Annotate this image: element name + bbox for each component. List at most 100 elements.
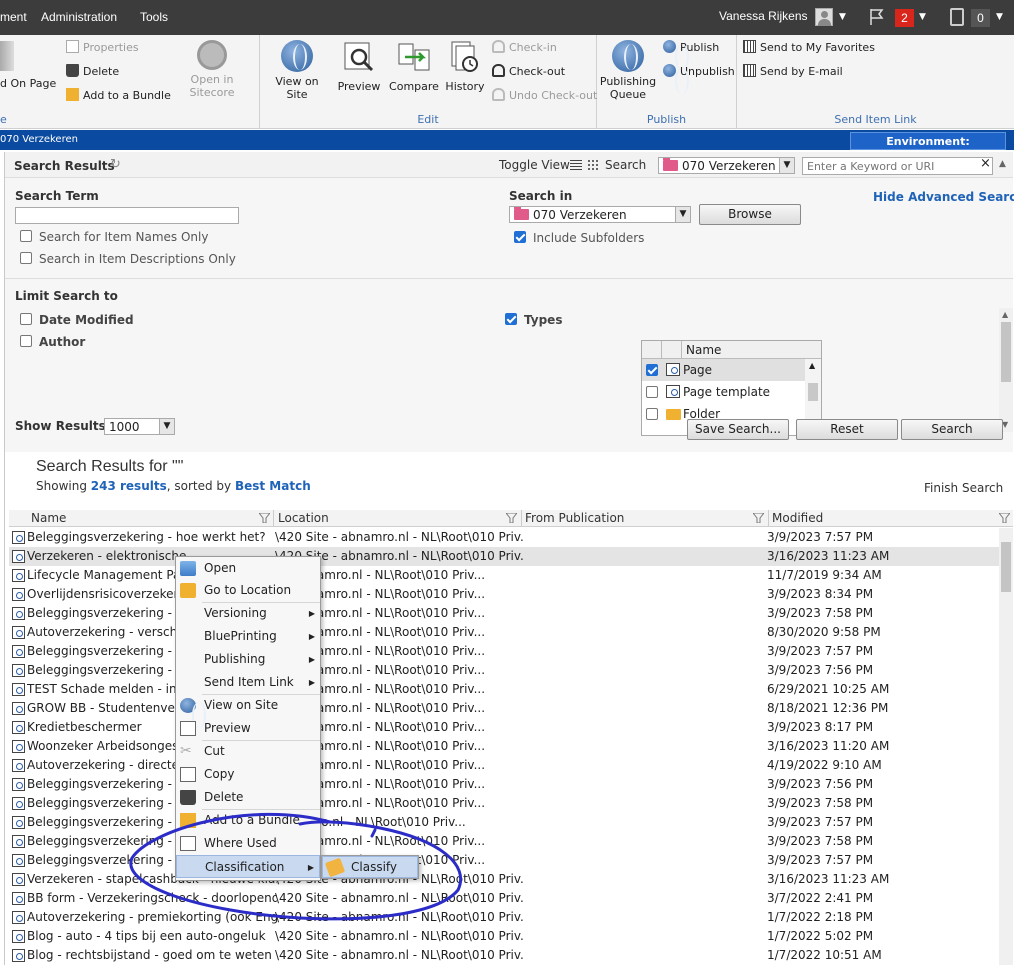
table-row[interactable]: Beleggingsverzekering - hoe werkt het? \4… — [9, 528, 999, 547]
menu-publishing[interactable]: Publishing ▶ — [176, 648, 320, 671]
types-checkbox[interactable] — [505, 313, 517, 325]
user-menu-chevron-down-icon[interactable]: ▼ — [839, 12, 846, 22]
search-scope-select[interactable]: 070 Verzekeren ▼ — [658, 157, 795, 174]
table-row[interactable]: Beleggingsverzekering - wa e - abnamro.nl… — [9, 832, 999, 851]
search-button[interactable]: Search — [901, 419, 1003, 440]
filter-icon[interactable] — [259, 513, 270, 523]
user-name[interactable]: Vanessa Rijkens — [719, 9, 808, 23]
date-modified-checkbox[interactable] — [20, 313, 32, 325]
filter-icon[interactable] — [506, 513, 517, 523]
hide-advanced-search-link[interactable]: Hide Advanced Search — [873, 190, 1014, 204]
flag-icon[interactable] — [869, 8, 885, 26]
table-row[interactable]: Verzekeren - stapelcashback - nieuwe kla… — [9, 870, 999, 889]
menu-blueprinting[interactable]: BluePrinting ▶ — [176, 625, 320, 648]
add-on-page-button[interactable]: d On Page — [0, 41, 56, 90]
save-search-button[interactable]: Save Search... — [687, 419, 789, 440]
item-descriptions-only-checkbox[interactable] — [20, 252, 32, 264]
table-row[interactable]: Beleggingsverzekering - ris e - abnamro.n… — [9, 794, 999, 813]
clipboard-badge[interactable]: 0 — [971, 9, 990, 27]
sort-mode-link[interactable]: Best Match — [235, 479, 311, 493]
environment-badge[interactable]: Environment: Production — [850, 132, 1006, 166]
add-to-bundle-button[interactable]: Add to a Bundle — [66, 88, 171, 102]
table-row[interactable]: Beleggingsverzekering - be abnamro.nl - N… — [9, 813, 999, 832]
column-from-publication[interactable]: From Publication — [525, 511, 624, 525]
search-term-input[interactable] — [15, 207, 239, 224]
send-by-email-button[interactable]: Send by E-mail — [743, 64, 843, 78]
menu-copy[interactable]: Copy — [176, 763, 320, 786]
check-in-button[interactable]: Check-in — [492, 40, 557, 54]
delete-button[interactable]: Delete — [66, 64, 119, 78]
preview-button[interactable]: Preview — [334, 40, 384, 93]
search-in-select[interactable]: 070 Verzekeren ▼ — [509, 206, 691, 223]
table-row[interactable]: Overlijdensrisicoverzekerin e - abnamro.n… — [9, 585, 999, 604]
table-row[interactable]: Kredietbeschermer e - abnamro.nl - NL\Roo… — [9, 718, 999, 737]
menu-cut[interactable]: ✂ Cut — [176, 740, 320, 763]
menu-add-to-bundle[interactable]: Add to a Bundle — [176, 809, 320, 832]
filter-icon[interactable] — [999, 513, 1010, 523]
table-row[interactable]: Beleggingsverzekering - co e - abnamro.nl… — [9, 642, 999, 661]
menu-delete[interactable]: Delete — [176, 786, 320, 809]
menu-classification[interactable]: Classification ▶ — [176, 855, 320, 878]
type-folder-checkbox[interactable] — [646, 408, 658, 420]
table-row[interactable]: Beleggingsverzekering - wi e - abnamro.nl… — [9, 604, 999, 623]
chevron-down-icon[interactable]: ▼ — [159, 419, 174, 434]
filter-icon[interactable] — [753, 513, 764, 523]
menu-where-used[interactable]: Where Used — [176, 832, 320, 855]
table-row[interactable]: Beleggingsverzekering - AS e - abnamro.nl… — [9, 661, 999, 680]
avatar[interactable] — [815, 8, 833, 26]
types-name-column[interactable]: Name — [686, 342, 721, 359]
notifications-badge[interactable]: 2 — [895, 9, 914, 27]
column-modified[interactable]: Modified — [772, 511, 823, 525]
menu-view-on-site[interactable]: View on Site — [176, 694, 320, 728]
table-row[interactable]: Verzekeren - elektronische \420 Site - ab… — [9, 547, 999, 566]
open-in-sitecore-button[interactable]: Open in Sitecore — [168, 40, 256, 99]
table-row[interactable]: GROW BB - Studentenverz e - abnamro.nl - … — [9, 699, 999, 718]
compare-button[interactable]: Compare — [388, 40, 440, 93]
menu-send-item-link[interactable]: Send Item Link ▶ — [176, 671, 320, 694]
column-location[interactable]: Location — [278, 511, 329, 525]
history-button[interactable]: History — [442, 40, 488, 93]
reset-button[interactable]: Reset — [796, 419, 898, 440]
menu-versioning[interactable]: Versioning ▶ — [176, 602, 320, 625]
column-name[interactable]: Name — [31, 511, 66, 525]
table-row[interactable]: Woonzeker Arbeidsongesch e - abnamro.nl -… — [9, 737, 999, 756]
results-scrollbar[interactable] — [999, 528, 1013, 965]
type-row-page[interactable]: Page — [642, 359, 821, 381]
clear-icon[interactable]: × — [980, 156, 991, 171]
author-checkbox[interactable] — [20, 335, 32, 347]
menu-go-to-location[interactable]: Go to Location — [176, 579, 320, 602]
table-row[interactable]: Autoverzekering - verschil e - abnamro.nl… — [9, 623, 999, 642]
table-row[interactable]: BB form - Verzekeringscheck - doorlopend… — [9, 889, 999, 908]
unpublish-button[interactable]: Unpublish — [663, 64, 735, 94]
type-page-template-checkbox[interactable] — [646, 386, 658, 398]
item-names-only-checkbox[interactable] — [20, 230, 32, 242]
menu-classify[interactable]: Classify — [322, 856, 418, 878]
table-row[interactable]: Autoverzekering - directe se - abnamro.n… — [9, 756, 999, 775]
send-to-favorites-button[interactable]: Send to My Favorites — [743, 40, 875, 54]
menu-content-management[interactable]: ment — [0, 10, 27, 24]
include-subfolders-checkbox[interactable] — [514, 231, 526, 243]
notifications-chevron-down-icon[interactable]: ▼ — [919, 12, 926, 22]
type-row-page-template[interactable]: Page template — [642, 381, 821, 403]
properties-button[interactable]: Properties — [66, 40, 139, 54]
refresh-icon[interactable]: ↻ — [110, 157, 121, 172]
grid-view-icon[interactable] — [587, 159, 599, 171]
clipboard-icon[interactable] — [950, 8, 964, 26]
clipboard-chevron-down-icon[interactable]: ▼ — [996, 12, 1003, 22]
menu-administration[interactable]: Administration — [41, 10, 117, 24]
undo-check-out-button[interactable]: Undo Check-out — [492, 88, 597, 102]
table-row[interactable]: Beleggingsverzekering - inde - abnamro.n… — [9, 851, 999, 870]
collapse-up-icon[interactable]: ▲ — [999, 159, 1006, 169]
menu-tools[interactable]: Tools — [140, 10, 168, 24]
table-row[interactable]: Autoverzekering - premiekorting (ook Eng… — [9, 908, 999, 927]
table-row[interactable]: Lifecycle Management Pagi e - abnamro.nl … — [9, 566, 999, 585]
table-row[interactable]: Blog - auto - 4 tips bij een auto-ongelu… — [9, 927, 999, 946]
advanced-scrollbar[interactable]: ▲ ▼ — [999, 308, 1013, 432]
keyword-search-input[interactable] — [802, 157, 993, 175]
show-results-select[interactable]: 1000 ▼ — [104, 418, 175, 435]
chevron-down-icon[interactable]: ▼ — [779, 158, 794, 173]
publish-button[interactable]: Publish — [663, 40, 719, 70]
table-row[interactable]: TEST Schade melden - inde e - abnamro.nl … — [9, 680, 999, 699]
type-page-checkbox[interactable] — [646, 364, 658, 376]
menu-open[interactable]: Open — [176, 557, 320, 580]
